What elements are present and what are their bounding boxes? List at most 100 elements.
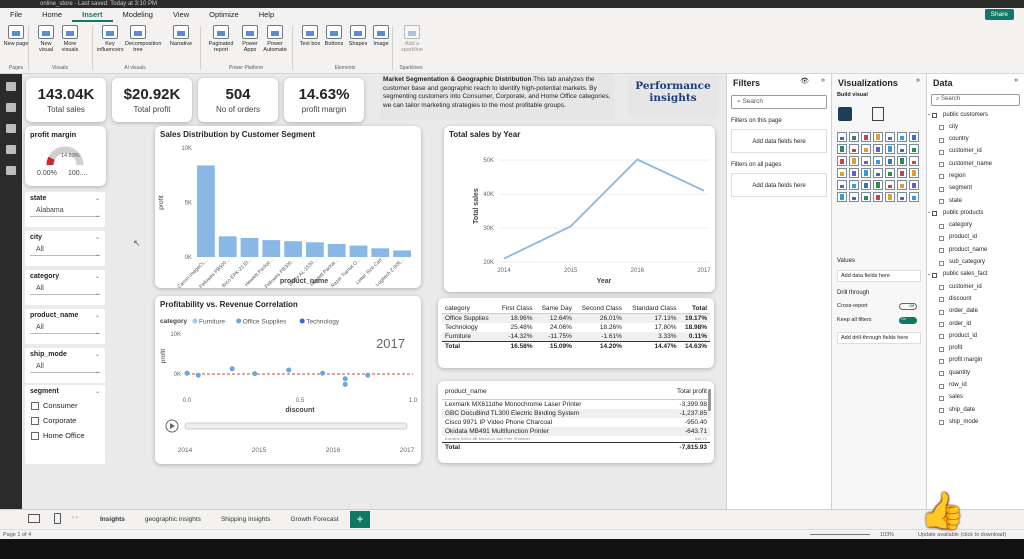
visual-type-icon[interactable] bbox=[873, 168, 883, 178]
collapse-icon[interactable]: » bbox=[1014, 77, 1018, 84]
visual-type-icon[interactable] bbox=[849, 180, 859, 190]
zoom-slider[interactable] bbox=[810, 534, 870, 535]
visual-type-icon[interactable] bbox=[909, 132, 919, 142]
ribbon-button-10[interactable]: Buttons bbox=[321, 25, 347, 47]
page-tab[interactable]: Shipping Insights bbox=[211, 510, 281, 531]
drill-through-drop[interactable]: Add drill-through fields here bbox=[837, 332, 921, 344]
desktop-layout-icon[interactable] bbox=[28, 514, 40, 523]
visual-type-icon[interactable] bbox=[861, 156, 871, 166]
visual-type-icon[interactable] bbox=[897, 132, 907, 142]
slicer-dropdown[interactable]: Alabama bbox=[30, 205, 100, 217]
scatter-point[interactable] bbox=[184, 370, 190, 376]
visual-type-icon[interactable] bbox=[885, 168, 895, 178]
ribbon-button-0[interactable]: New page bbox=[3, 25, 29, 47]
visual-type-icon[interactable] bbox=[873, 156, 883, 166]
visual-type-icon[interactable] bbox=[885, 144, 895, 154]
visual-type-icon[interactable] bbox=[909, 168, 919, 178]
table-row[interactable]: Total 16.58% 15.09% 14.20% 14.47% 14.63% bbox=[442, 341, 710, 351]
visual-type-icon[interactable] bbox=[861, 144, 871, 154]
visual-type-icon[interactable] bbox=[909, 156, 919, 166]
menu-item-insert[interactable]: Insert bbox=[72, 8, 113, 22]
eye-icon[interactable]: 👁 bbox=[800, 77, 809, 85]
data-field[interactable]: ship_date bbox=[927, 405, 1024, 417]
data-field[interactable]: sub_category bbox=[927, 258, 1024, 270]
slicer-product-name[interactable]: product_name ⌄ All ⌄ bbox=[25, 309, 105, 344]
description-text-box[interactable]: Market Segmentation & Geographic Distrib… bbox=[380, 74, 614, 120]
visual-type-icon[interactable] bbox=[873, 132, 883, 142]
checkbox[interactable] bbox=[939, 383, 944, 389]
visual-type-icon[interactable] bbox=[873, 180, 883, 190]
visual-type-icon[interactable] bbox=[837, 144, 847, 154]
bar-chart-card[interactable]: Sales Distribution by Customer Segment 0… bbox=[155, 126, 421, 288]
visual-type-icon[interactable] bbox=[909, 192, 919, 202]
table-row[interactable]: Cisco 9971 IP Video Phone Charcoal -950.4… bbox=[442, 418, 710, 427]
visual-type-icon[interactable] bbox=[849, 144, 859, 154]
update-notice[interactable]: Update available (click to download) bbox=[918, 532, 1006, 538]
scatter-point[interactable] bbox=[229, 366, 235, 372]
ribbon-button-7[interactable]: Power Apps bbox=[237, 25, 263, 53]
scatter-point[interactable] bbox=[342, 381, 348, 387]
data-field[interactable]: state bbox=[927, 196, 1024, 208]
gauge-card[interactable]: profit margin 14.63% 0.00% 100.... bbox=[25, 126, 106, 186]
checkbox[interactable] bbox=[932, 113, 937, 118]
column-header[interactable]: category bbox=[442, 304, 496, 314]
scatter-point[interactable] bbox=[252, 371, 258, 377]
checkbox[interactable] bbox=[939, 137, 944, 143]
checkbox[interactable] bbox=[939, 223, 944, 229]
scatter-point[interactable] bbox=[286, 367, 292, 373]
menu-item-home[interactable]: Home bbox=[32, 8, 72, 22]
slicer-dropdown[interactable]: All bbox=[30, 361, 100, 373]
data-field[interactable]: product_id bbox=[927, 233, 1024, 245]
table-row[interactable]: Furniture -14.32% -11.75% -1.61% 3.33% 0.11% bbox=[442, 332, 710, 342]
column-header[interactable]: Second Class bbox=[574, 304, 625, 314]
bar[interactable] bbox=[371, 248, 390, 257]
add-page-button[interactable]: + bbox=[350, 511, 370, 528]
cross-report-toggle[interactable]: Off bbox=[899, 303, 917, 310]
segment-option[interactable]: Home Office bbox=[25, 428, 105, 443]
checkbox[interactable] bbox=[932, 272, 937, 278]
checkbox[interactable] bbox=[939, 297, 944, 303]
tmdl-view-icon[interactable] bbox=[6, 166, 16, 175]
checkbox[interactable] bbox=[939, 309, 944, 315]
checkbox[interactable] bbox=[939, 408, 944, 414]
kpi-card-orders[interactable]: 504 No of orders bbox=[198, 78, 278, 122]
filters-page-drop[interactable]: Add data fields here bbox=[731, 129, 827, 153]
report-view-icon[interactable] bbox=[6, 82, 16, 91]
data-search-input[interactable]: ⌕ Search bbox=[931, 94, 1020, 106]
ribbon-button-1[interactable]: New visual bbox=[33, 25, 59, 53]
checkbox[interactable] bbox=[939, 260, 944, 266]
data-field[interactable]: segment bbox=[927, 184, 1024, 196]
bar[interactable] bbox=[240, 237, 259, 257]
visual-type-icon[interactable] bbox=[897, 168, 907, 178]
column-header[interactable]: Total bbox=[679, 304, 710, 314]
scatter-point[interactable] bbox=[195, 372, 201, 378]
bar[interactable] bbox=[218, 236, 237, 257]
scatter-point[interactable] bbox=[320, 370, 326, 376]
visual-type-icon[interactable] bbox=[873, 144, 883, 154]
data-field[interactable]: order_date bbox=[927, 307, 1024, 319]
column-header[interactable]: Standard Class bbox=[624, 304, 680, 314]
bar[interactable] bbox=[306, 242, 324, 257]
page-tab[interactable]: Growth Forecast bbox=[280, 510, 348, 531]
visual-type-icon[interactable] bbox=[861, 132, 871, 142]
checkbox[interactable] bbox=[31, 401, 39, 410]
checkbox[interactable] bbox=[939, 334, 944, 340]
table-row[interactable]: Okidata MB491 Multifunction Printer -643.… bbox=[442, 427, 710, 436]
format-visual-icon[interactable] bbox=[872, 107, 884, 121]
ribbon-button-6[interactable]: Paginated report bbox=[208, 25, 234, 53]
filters-all-drop[interactable]: Add data fields here bbox=[731, 173, 827, 197]
table-row[interactable]: Lexmark MX611dhe Monochrome Laser Printe… bbox=[442, 400, 710, 410]
line-chart-card[interactable]: Total sales by Year 20K 30K 40K 50K Total sa… bbox=[444, 126, 715, 292]
chevron-down-icon[interactable]: ⌄ bbox=[95, 388, 100, 395]
chevron-down-icon[interactable]: ⌄ bbox=[927, 209, 931, 215]
legend-label[interactable]: Technology bbox=[306, 319, 340, 326]
chevron-down-icon[interactable]: ⌄ bbox=[927, 271, 931, 277]
checkbox[interactable] bbox=[939, 199, 944, 205]
matrix-card[interactable]: category First Class Same Day Second Class S… bbox=[438, 298, 714, 368]
checkbox[interactable] bbox=[932, 211, 937, 217]
data-field[interactable]: category bbox=[927, 221, 1024, 233]
menu-item-help[interactable]: Help bbox=[249, 8, 284, 22]
menu-item-file[interactable]: File bbox=[0, 8, 32, 22]
data-table[interactable]: ⌄ public sales_fact bbox=[927, 270, 1024, 282]
keep-filters-toggle[interactable]: On bbox=[899, 317, 917, 324]
